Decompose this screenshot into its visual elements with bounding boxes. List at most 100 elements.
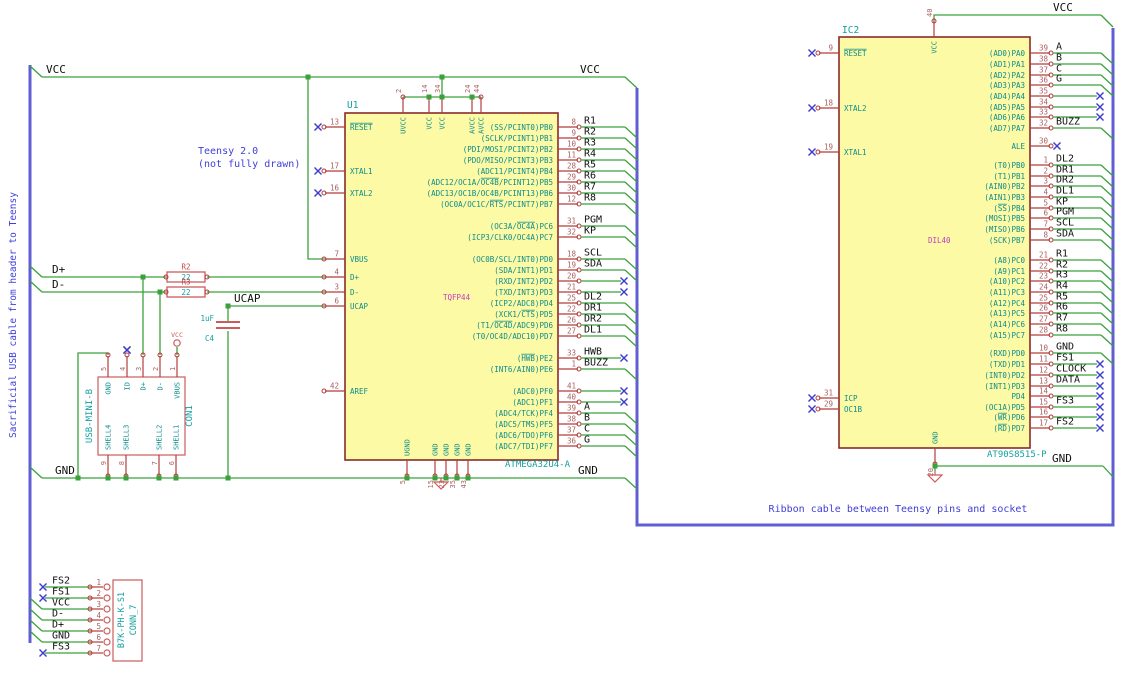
net-label[interactable]: R1 [1056, 249, 1068, 260]
net-label[interactable]: SCL [1056, 218, 1074, 229]
connector-ref[interactable]: CON1 [185, 405, 195, 427]
pin-name: XTAL1 [350, 167, 373, 176]
pin-number: 5 [1043, 199, 1048, 208]
pin-name: (XCK1/CTS)PD5 [494, 310, 553, 319]
net-label[interactable]: FS1 [52, 587, 70, 598]
schematic-canvas: U1ATMEGA32U4-ATQFP4413RESET17XTAL116XTAL… [0, 0, 1131, 690]
pin-name: ID [124, 382, 132, 390]
net-label[interactable]: FS3 [52, 642, 70, 653]
net-label[interactable]: GND [52, 631, 70, 642]
net-label[interactable]: G [584, 435, 590, 446]
net-label[interactable]: R4 [584, 149, 596, 160]
net-label[interactable]: R6 [584, 171, 596, 182]
pin-number: 20 [567, 272, 577, 281]
net-label[interactable]: DATA [1056, 375, 1080, 386]
power-flag-label: VCC [171, 331, 183, 339]
net-label[interactable]: PGM [584, 215, 602, 226]
pin-name: (OC3A/OC4A)PC6 [490, 222, 554, 231]
net-label[interactable]: A [1056, 42, 1062, 53]
pin-name: (T1/OC4D/ADC9)PD6 [476, 321, 553, 330]
pin-name: GND [443, 443, 451, 456]
pin-name: (AD4)PA4 [989, 92, 1026, 101]
pin-number: 39 [567, 404, 576, 413]
net-label[interactable]: GND [578, 464, 598, 477]
ic-value: AT90S8515-P [987, 450, 1047, 460]
pin-number: 34 [434, 85, 442, 93]
pin-name: (AD0)PA0 [989, 49, 1026, 58]
net-label[interactable]: VCC [46, 63, 66, 76]
net-label[interactable]: D- [52, 609, 64, 620]
net-label[interactable]: C [584, 424, 590, 435]
net-label[interactable]: DL1 [1056, 186, 1074, 197]
ic-package: TQFP44 [443, 293, 471, 302]
net-label[interactable]: KP [584, 226, 596, 237]
net-label[interactable]: R4 [1056, 281, 1068, 292]
net-label[interactable]: R7 [584, 182, 596, 193]
net-label[interactable]: BUZZ [584, 358, 608, 369]
connector-ref[interactable]: CONN_7 [129, 605, 139, 636]
net-label[interactable]: GND [55, 464, 75, 477]
pin-number: 6 [1043, 209, 1048, 218]
net-label[interactable]: CLOCK [1056, 364, 1086, 375]
net-label[interactable]: R3 [584, 138, 596, 149]
net-label[interactable]: FS2 [1056, 417, 1074, 428]
net-label[interactable]: R2 [584, 127, 596, 138]
net-label[interactable]: R8 [1056, 324, 1068, 335]
pin-name: (OC1A)PD5 [984, 403, 1025, 412]
net-label[interactable]: R1 [584, 116, 596, 127]
net-label[interactable]: VCC [580, 63, 600, 76]
pin-name: (INT1)PD3 [984, 382, 1025, 391]
net-label[interactable]: B [1056, 53, 1062, 64]
junction [932, 463, 938, 469]
net-label[interactable]: DL2 [1056, 154, 1074, 165]
net-label[interactable]: A [584, 402, 590, 413]
pin-number: 24 [464, 85, 472, 93]
net-label[interactable]: DR2 [584, 314, 602, 325]
pin-number: 13 [1039, 377, 1048, 386]
net-label[interactable]: D+ [52, 263, 66, 276]
pin-number: 31 [824, 389, 833, 398]
net-label[interactable]: R3 [1056, 270, 1068, 281]
net-label[interactable]: FS1 [1056, 353, 1074, 364]
pin-name: GND [432, 443, 440, 456]
net-label[interactable]: R8 [584, 193, 596, 204]
capacitor-ref[interactable]: C4 [205, 334, 215, 343]
pin-number: 2 [1043, 167, 1048, 176]
net-label[interactable]: DR2 [1056, 175, 1074, 186]
resistor-ref[interactable]: R3 [181, 278, 190, 287]
net-label[interactable]: DL1 [584, 325, 602, 336]
net-label[interactable]: D+ [52, 620, 64, 631]
pin-name: RESET [844, 49, 867, 58]
net-label[interactable]: HWB [584, 347, 602, 358]
net-label[interactable]: SCL [584, 248, 602, 259]
net-label[interactable]: G [1056, 74, 1062, 85]
net-label[interactable]: GND [1052, 452, 1072, 465]
net-label[interactable]: SDA [584, 259, 602, 270]
pin-name: (A9)PC1 [993, 267, 1025, 276]
pin-name: (A13)PC5 [989, 309, 1025, 318]
net-label[interactable]: R6 [1056, 302, 1068, 313]
net-label[interactable]: DL2 [584, 292, 602, 303]
net-label[interactable]: DR1 [584, 303, 602, 314]
pin-name: GND [105, 382, 113, 395]
pin-number: 22 [567, 305, 576, 314]
net-label[interactable]: SDA [1056, 229, 1074, 240]
net-label[interactable]: PGM [1056, 207, 1074, 218]
net-label[interactable]: B [584, 413, 590, 424]
net-label[interactable]: BUZZ [1056, 117, 1080, 128]
ic-ref[interactable]: IC2 [842, 25, 859, 36]
net-label[interactable]: GND [1056, 342, 1074, 353]
net-label[interactable]: FS2 [52, 576, 70, 587]
resistor-ref[interactable]: R2 [181, 263, 190, 272]
pin-name: (A12)PC4 [989, 299, 1026, 308]
net-label[interactable]: UCAP [234, 292, 261, 305]
pin-name: ALE [1011, 142, 1025, 151]
net-label[interactable]: R7 [1056, 313, 1068, 324]
ic-ref[interactable]: U1 [347, 100, 359, 111]
net-label[interactable]: FS3 [1056, 396, 1074, 407]
net-label[interactable]: VCC [52, 598, 70, 609]
net-label[interactable]: VCC [1053, 1, 1073, 14]
pin-name: (MOSI)PB5 [984, 214, 1025, 223]
net-label[interactable]: R5 [584, 160, 596, 171]
net-label[interactable]: D- [52, 278, 65, 291]
